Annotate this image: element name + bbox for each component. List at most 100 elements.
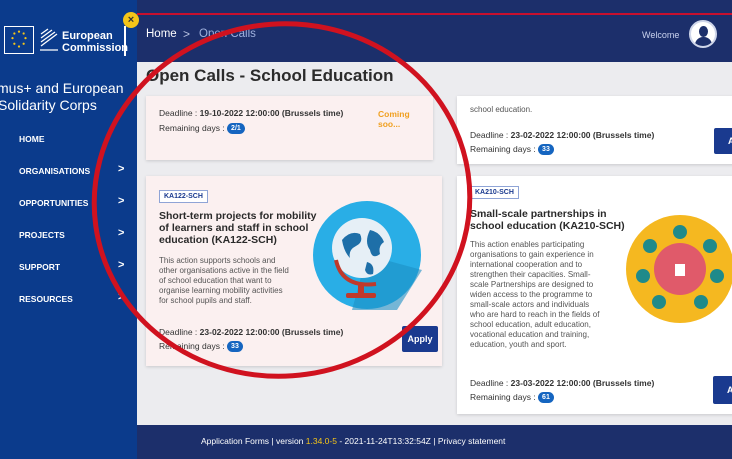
description-line: education, youth and sport. <box>470 340 567 349</box>
card-description: This action supports schools and other o… <box>159 256 289 306</box>
card-title-line2: of learners and staff in school <box>159 222 309 234</box>
card-description: This action enables participating organi… <box>470 240 599 350</box>
description-line: This action enables participating <box>470 240 585 249</box>
deadline-value: 19-10-2022 12:00:00 (Brussels time) <box>199 108 344 118</box>
status-badge: Coming soo... <box>378 109 410 129</box>
card-title: Small-scale partnerships in school educa… <box>470 208 625 232</box>
deadline-row: Deadline : 19-10-2022 12:00:00 (Brussels… <box>159 108 343 118</box>
sidebar-item-resources[interactable]: RESOURCES > <box>0 284 137 314</box>
breadcrumb-home-link[interactable]: Home <box>146 28 177 40</box>
version-label: version <box>276 436 304 446</box>
sidebar-item-support[interactable]: SUPPORT > <box>0 252 137 282</box>
footer-separator: | <box>433 436 436 446</box>
deadline-value: 23-03-2022 12:00:00 (Brussels time) <box>510 378 655 388</box>
sidebar: European Commission smus+ and European S… <box>0 0 137 459</box>
remaining-row: Remaining days : 61 <box>470 392 554 404</box>
avatar-body <box>695 37 712 46</box>
breadcrumb-current: Open Calls <box>199 28 256 40</box>
privacy-statement-link[interactable]: Privacy statement <box>438 436 506 446</box>
description-line: scale Partnerships are designed to <box>470 280 594 289</box>
description-line: organise learning mobility activities <box>159 286 283 295</box>
eu-flag-icon <box>4 26 34 54</box>
logo-text-line2: Commission <box>62 42 129 54</box>
call-card-ka122[interactable]: KA122-SCH Short-term projects for mobili… <box>146 176 442 366</box>
description-line: of school education that want to <box>159 276 272 285</box>
sidebar-collapse-button[interactable]: × <box>123 12 139 28</box>
card-title: Short-term projects for mobility of lear… <box>159 210 317 246</box>
sidebar-item-opportunities[interactable]: OPPORTUNITIES > <box>0 188 137 218</box>
app-name-line1: smus+ and European <box>0 80 124 96</box>
application-forms-link[interactable]: Application Forms <box>201 436 269 446</box>
apply-button[interactable]: Ap <box>714 128 732 154</box>
deadline-value: 23-02-2022 12:00:00 (Brussels time) <box>199 327 344 337</box>
remaining-row: Remaining days : 2/1 <box>159 123 245 135</box>
sidebar-item-home[interactable]: HOME <box>0 124 137 154</box>
chevron-right-icon: > <box>118 163 125 175</box>
remaining-row: Remaining days : 33 <box>470 144 554 156</box>
remaining-label: Remaining days : <box>159 341 225 351</box>
top-bar: Home > Open Calls Welcome <box>137 0 732 62</box>
footer: Application Forms | version 1.34.0-5 - 2… <box>137 425 732 459</box>
chevron-right-icon: > <box>118 259 125 271</box>
description-line: school education, adult education, <box>470 320 591 329</box>
chevron-right-icon: > <box>118 227 125 239</box>
main-content: Open Calls - School Education Deadline :… <box>137 62 732 425</box>
apply-button[interactable]: Apply <box>402 326 438 352</box>
deadline-label: Deadline : <box>470 130 509 140</box>
sidebar-item-label: PROJECTS <box>19 230 65 240</box>
app-name: smus+ and European Solidarity Corps <box>0 80 137 114</box>
european-commission-logo[interactable]: European Commission <box>0 22 137 66</box>
breadcrumb-separator-icon: > <box>183 27 191 41</box>
deadline-row: Deadline : 23-02-2022 12:00:00 (Brussels… <box>470 130 654 140</box>
user-avatar-icon[interactable] <box>689 20 717 48</box>
call-code-tag: KA210-SCH <box>470 186 519 199</box>
card-title-line1: Small-scale partnerships in <box>470 208 607 220</box>
call-card-top-left: Deadline : 19-10-2022 12:00:00 (Brussels… <box>146 96 433 160</box>
sidebar-item-projects[interactable]: PROJECTS > <box>0 220 137 250</box>
description-line: strengthen their capacities. Small- <box>470 270 591 279</box>
description-line: small-scale actors and individuals <box>470 300 590 309</box>
sidebar-item-organisations[interactable]: ORGANISATIONS > <box>0 156 137 186</box>
footer-row: Application Forms | version 1.34.0-5 - 2… <box>201 436 505 446</box>
remaining-row: Remaining days : 33 <box>159 341 243 353</box>
remaining-days-badge: 2/1 <box>227 123 245 135</box>
meeting-table-icon <box>626 215 732 323</box>
call-card-ka210[interactable]: KA210-SCH Small-scale partnerships in sc… <box>457 176 732 414</box>
chevron-right-icon: > <box>118 195 125 207</box>
card-title-line2: school education (KA210-SCH) <box>470 220 625 232</box>
card-description-tail: school education. <box>470 105 533 114</box>
page-title: Open Calls - School Education <box>146 66 394 85</box>
description-line: international cooperation and to <box>470 260 583 269</box>
description-line: vocational education and training, <box>470 330 590 339</box>
sidebar-item-label: HOME <box>19 134 45 144</box>
chevron-right-icon: > <box>118 291 125 303</box>
remaining-label: Remaining days : <box>470 144 536 154</box>
apply-button[interactable]: Ap <box>713 376 732 404</box>
card-title-line1: Short-term projects for mobility <box>159 210 317 222</box>
description-line: This action supports schools and <box>159 256 276 265</box>
description-line: other organisations active in the field <box>159 266 289 275</box>
header-accent-line <box>137 13 732 15</box>
remaining-days-badge: 61 <box>538 392 554 404</box>
version-value: 1.34.0-5 <box>305 436 337 446</box>
build-timestamp: - 2021-11-24T13:32:54Z <box>339 436 431 446</box>
description-line: organisations to gain experience in <box>470 250 594 259</box>
deadline-value: 23-02-2022 12:00:00 (Brussels time) <box>510 130 655 140</box>
app-screen: European Commission smus+ and European S… <box>0 0 732 459</box>
remaining-days-badge: 33 <box>227 341 243 353</box>
sidebar-item-label: SUPPORT <box>19 262 61 272</box>
remaining-days-badge: 33 <box>538 144 554 156</box>
footer-separator: | <box>271 436 274 446</box>
logo-divider <box>124 26 126 56</box>
sidebar-item-label: RESOURCES <box>19 294 73 304</box>
description-line: for school pupils and staff. <box>159 296 252 305</box>
globe-icon <box>313 201 422 310</box>
deadline-row: Deadline : 23-02-2022 12:00:00 (Brussels… <box>159 327 343 337</box>
sidebar-item-label: OPPORTUNITIES <box>19 198 89 208</box>
logo-text-line1: European <box>62 30 113 42</box>
remaining-label: Remaining days : <box>470 392 536 402</box>
call-code-tag: KA122-SCH <box>159 190 208 203</box>
deadline-row: Deadline : 23-03-2022 12:00:00 (Brussels… <box>470 378 654 388</box>
description-line: who are hard to reach in the fields of <box>470 310 600 319</box>
app-name-line2: Solidarity Corps <box>0 97 97 113</box>
